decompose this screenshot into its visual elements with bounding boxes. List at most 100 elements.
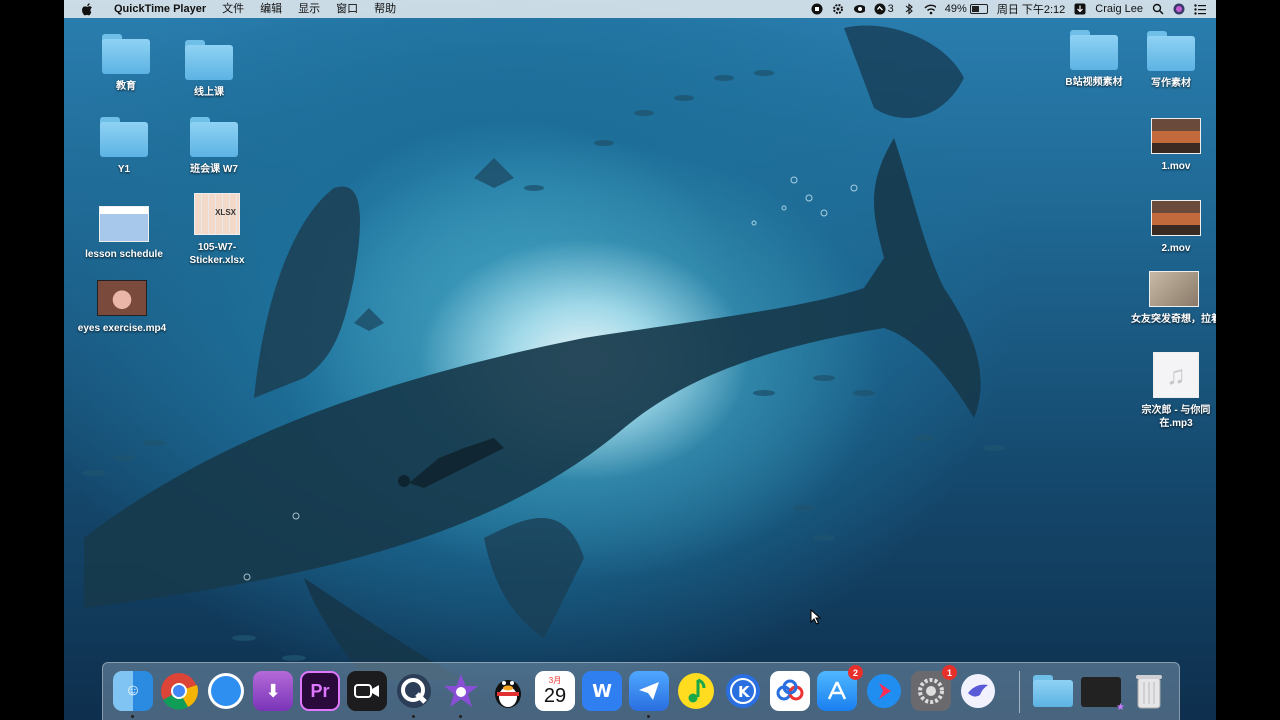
dock-safari[interactable] (206, 671, 246, 711)
wifi-icon[interactable] (924, 3, 936, 15)
notification-center-icon[interactable] (1194, 3, 1206, 15)
system-preferences-badge: 1 (942, 665, 957, 680)
dock-baidu-netdisk[interactable] (770, 671, 810, 711)
user-name[interactable]: Craig Lee (1095, 3, 1143, 15)
battery-percent: 49% (944, 3, 967, 15)
desktop-icon-label: lesson schedule (85, 249, 163, 260)
video-thumbnail-icon (97, 280, 147, 316)
dock-imovie[interactable] (441, 671, 481, 718)
desktop-icon-label: 线上课 (194, 87, 224, 98)
desktop-file-sojiro-mp3[interactable]: ♫ 宗次郎 - 与你同在.mp3 (1131, 352, 1216, 430)
menu-view[interactable]: 显示 (290, 0, 328, 18)
download-status-icon[interactable] (1074, 3, 1086, 15)
gear-icon (918, 678, 944, 704)
svg-text:K: K (738, 683, 751, 701)
qq-penguin-icon (495, 680, 521, 708)
dock-facetime[interactable] (347, 671, 387, 711)
app-name-menu[interactable]: QuickTime Player (102, 3, 214, 15)
siri-icon[interactable] (1173, 3, 1185, 15)
desktop-folder-online-class[interactable]: 线上课 (164, 40, 254, 99)
desktop-icon-label: Y1 (117, 164, 131, 175)
trash-icon (1136, 675, 1162, 709)
dock-trash[interactable] (1129, 671, 1169, 711)
dock-finder[interactable]: ☺ (113, 671, 153, 718)
dock-system-preferences[interactable]: 1 (911, 665, 957, 711)
folder-icon (185, 40, 233, 80)
downloads-folder-icon (1033, 675, 1073, 707)
stop-recording-icon[interactable] (811, 3, 823, 15)
dock-quicktime[interactable] (394, 671, 434, 718)
music-file-icon: ♫ (1153, 352, 1199, 398)
dock-downloads-stack[interactable] (1033, 671, 1073, 711)
apple-icon[interactable] (80, 2, 94, 16)
play-arrow-icon (867, 674, 901, 708)
clock[interactable]: 周日 下午2:12 (997, 1, 1065, 17)
video-thumbnail-icon (1151, 118, 1201, 154)
menu-bar: QuickTime Player 文件 编辑 显示 窗口 帮助 3 49% 周日… (64, 0, 1216, 18)
desktop-screen: QuickTime Player 文件 编辑 显示 窗口 帮助 3 49% 周日… (64, 0, 1216, 720)
dock-calendar[interactable]: 3月 29 (535, 671, 575, 711)
folder-icon (100, 117, 148, 157)
folder-icon (102, 34, 150, 74)
dock-feishu[interactable] (629, 671, 669, 718)
folder-icon (1070, 30, 1118, 70)
menu-help[interactable]: 帮助 (366, 0, 404, 18)
bluetooth-icon[interactable] (903, 3, 915, 15)
video-thumbnail-icon (1151, 200, 1201, 236)
dock-chrome[interactable] (159, 671, 199, 711)
dock-downloader[interactable]: ⬇ (253, 671, 293, 711)
battery-status[interactable]: 49% (945, 3, 988, 15)
download-arrow-icon: ⬇ (265, 680, 281, 701)
desktop-icon-label: 2.mov (1161, 243, 1191, 254)
dock-app-store[interactable]: 2 (817, 665, 863, 711)
battery-icon (969, 4, 988, 14)
spotlight-search-icon[interactable] (1152, 3, 1164, 15)
notification-status[interactable]: 3 (874, 3, 894, 15)
desktop-icon-label: 105-W7-Sticker.xlsx (189, 242, 245, 266)
battery-fill (971, 6, 979, 12)
desktop-icon-label: 教育 (116, 81, 136, 92)
folder-icon (190, 117, 238, 157)
finder-icon: ☺ (124, 682, 142, 699)
desktop-file-2-mov[interactable]: 2.mov (1131, 200, 1216, 255)
running-indicator (412, 715, 415, 718)
safari-compass-icon (208, 673, 244, 709)
desktop-folder-y1[interactable]: Y1 (79, 117, 169, 176)
menu-edit[interactable]: 编辑 (252, 0, 290, 18)
dock-music[interactable] (676, 671, 716, 711)
dock-screen-recordings[interactable]: ★ (1081, 677, 1125, 713)
desktop-file-1-mov[interactable]: 1.mov (1131, 118, 1216, 173)
dock: ☺ ⬇ Pr 3月 29 W K 2 1 ★ (102, 662, 1180, 720)
calendar-month: 3月 (548, 675, 562, 685)
running-indicator (459, 715, 462, 718)
desktop-folder-education[interactable]: 教育 (81, 34, 171, 93)
notification-count: 3 (887, 3, 894, 15)
desktop-file-eyes-exercise[interactable]: eyes exercise.mp4 (77, 280, 167, 335)
paper-plane-icon (639, 682, 659, 700)
star-icon (444, 674, 478, 707)
wechat-status-icon (874, 3, 886, 15)
music-note-icon (678, 673, 714, 709)
dock-bird-app[interactable] (958, 671, 998, 711)
dock-qq[interactable] (488, 671, 528, 711)
dock-infuse[interactable] (864, 671, 904, 711)
desktop-folder-writing-material[interactable]: 写作素材 (1126, 31, 1216, 90)
eye-status-icon[interactable] (853, 3, 865, 15)
menu-file[interactable]: 文件 (214, 0, 252, 18)
quicktime-icon (397, 674, 431, 708)
desktop-icon-label: eyes exercise.mp4 (77, 323, 167, 334)
gear-status-icon[interactable] (832, 3, 844, 15)
desktop-folder-class-meeting-w7[interactable]: 班会课 W7 (169, 117, 259, 176)
screenshot-stack-icon: ★ (1116, 702, 1125, 713)
video-camera-icon (354, 684, 379, 698)
desktop-file-girlfriend-video[interactable]: 女友突发奇想，拉着手残男友...衫_1.mp4 (1131, 271, 1216, 326)
calendar-day: 29 (543, 684, 567, 707)
desktop-file-lesson-schedule[interactable]: lesson schedule (79, 206, 169, 261)
dock-wps[interactable]: W (582, 671, 622, 711)
desktop-icon-label: 写作素材 (1151, 78, 1191, 89)
desktop-file-sticker-xlsx[interactable]: XLSX 105-W7-Sticker.xlsx (172, 193, 262, 267)
dock-premiere[interactable]: Pr (300, 671, 340, 711)
spreadsheet-icon: XLSX (194, 193, 240, 235)
menu-window[interactable]: 窗口 (328, 0, 366, 18)
dock-k-app[interactable]: K (723, 671, 763, 711)
